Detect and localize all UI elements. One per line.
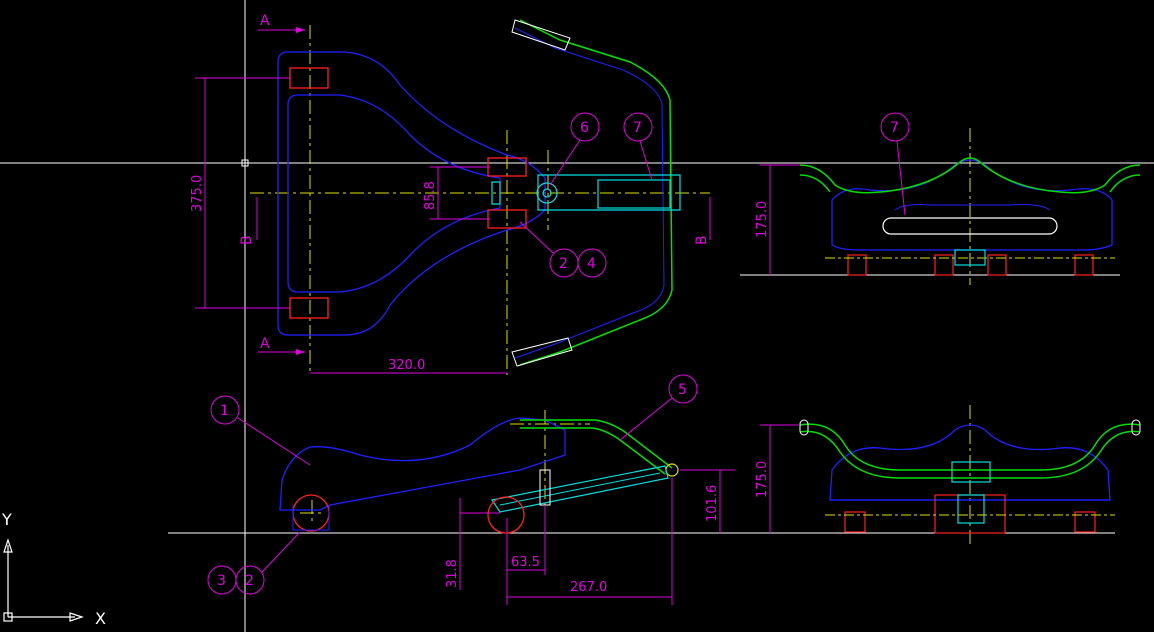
balloon-1: 1 [220,403,229,419]
dim-375: 375.0 [190,175,205,212]
ucs-x-label: X [95,609,106,628]
dim-31-8: 31.8 [445,559,460,588]
dim-101-6: 101.6 [705,485,720,522]
cad-drawing-canvas[interactable]: A A B B 375.0 320.0 85.8 6 7 2 4 31.8 63… [0,0,1154,632]
section-label-b-left: B [239,235,255,245]
top-view: A A B B 375.0 320.0 85.8 6 7 2 4 [190,13,711,375]
balloon-5: 5 [678,382,687,398]
front-view-lower: 175.0 [755,405,1141,545]
dim-175-bottom: 175.0 [755,461,770,498]
balloon-6: 6 [580,120,589,136]
side-view: 31.8 63.5 267.0 101.6 1 5 3 2 [207,374,735,605]
seat-side-outline [279,417,566,511]
section-label-a-top: A [260,13,270,29]
section-label-a-bottom: A [260,336,270,352]
balloon-2-bottom: 2 [245,573,254,589]
front-view-upper: 175.0 7 [740,112,1141,285]
dim-175-top: 175.0 [755,201,770,238]
wheel-side-center [487,496,525,534]
balloon-2-top: 2 [559,256,568,272]
ucs-y-label: Y [1,510,12,529]
crosshair-cursor [0,0,1154,632]
wheel-bottom-left [289,297,329,319]
handlebar-side-view [520,419,673,469]
dim-85-8: 85.8 [423,181,438,210]
balloon-7-top: 7 [633,120,642,136]
section-label-b-right: B [694,235,710,245]
ucs-icon [3,538,84,622]
insert-slot-top-view [597,179,671,209]
balloon-7-right: 7 [890,120,899,136]
wheel-top-left [289,67,329,89]
dim-267: 267.0 [570,580,607,595]
balloon-3: 3 [217,573,226,589]
balloon-4: 4 [587,256,596,272]
dim-320: 320.0 [388,358,425,373]
dim-63-5: 63.5 [511,555,540,570]
